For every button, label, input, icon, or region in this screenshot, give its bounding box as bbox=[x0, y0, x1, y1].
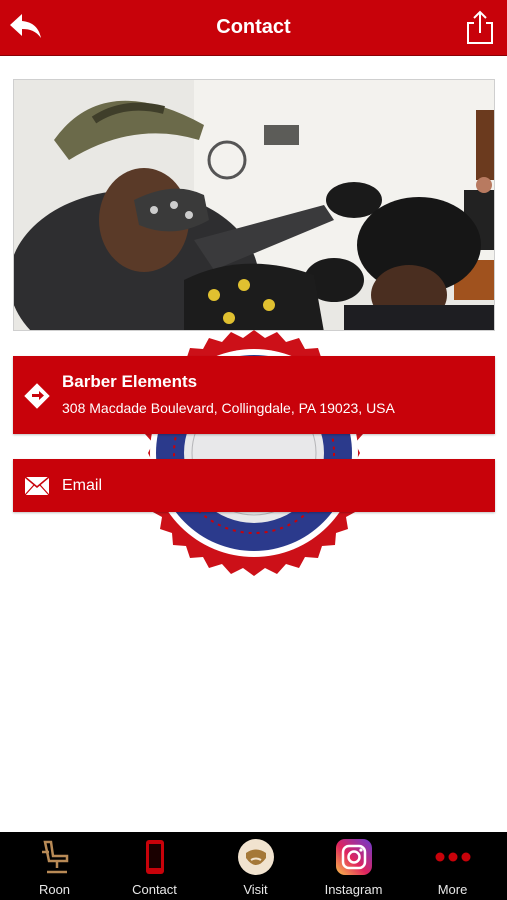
bearded-face-icon bbox=[237, 839, 274, 875]
bottom-tab-bar: Roon Contact Visit Instagram More bbox=[0, 832, 507, 900]
location-name: Barber Elements bbox=[62, 372, 198, 391]
tab-instagram-label: Instagram bbox=[324, 882, 383, 897]
top-bar: Contact bbox=[0, 0, 507, 56]
tab-roon-label: Roon bbox=[38, 882, 71, 897]
envelope-icon bbox=[25, 477, 49, 495]
tab-roon[interactable]: Roon bbox=[4, 832, 105, 900]
email-label: Email bbox=[62, 477, 103, 494]
email-card[interactable]: Email bbox=[13, 459, 495, 512]
phone-icon bbox=[145, 840, 164, 874]
more-dots-icon bbox=[435, 852, 470, 862]
tab-contact-label: Contact bbox=[132, 882, 177, 897]
tab-contact[interactable]: Contact bbox=[104, 832, 205, 900]
tab-instagram[interactable]: Instagram bbox=[303, 832, 404, 900]
tab-visit[interactable]: Visit bbox=[205, 832, 306, 900]
directions-icon bbox=[24, 383, 50, 409]
page-title: Contact bbox=[216, 16, 291, 38]
tab-more[interactable]: More bbox=[402, 832, 503, 900]
barbershop-photo bbox=[13, 79, 495, 331]
directions-card[interactable]: Barber Elements 308 Macdade Boulevard, C… bbox=[13, 356, 495, 434]
location-address: 308 Macdade Boulevard, Collingdale, PA 1… bbox=[62, 400, 395, 416]
barber-chair-icon bbox=[41, 840, 68, 874]
share-button[interactable] bbox=[465, 9, 495, 45]
tab-more-label: More bbox=[437, 882, 468, 897]
share-icon bbox=[467, 10, 493, 44]
instagram-icon bbox=[335, 839, 372, 875]
tab-visit-label: Visit bbox=[243, 882, 268, 897]
